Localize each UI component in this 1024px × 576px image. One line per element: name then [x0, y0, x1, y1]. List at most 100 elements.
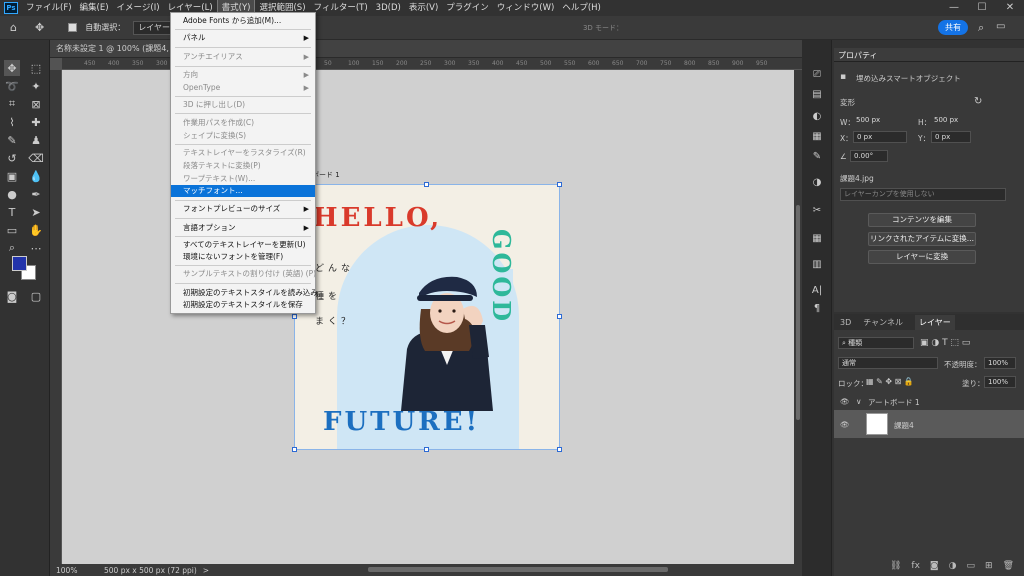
move-tool-icon[interactable]: ✥: [35, 21, 44, 34]
properties-tab[interactable]: プロパティ: [838, 50, 878, 61]
zoom-level[interactable]: 100%: [56, 566, 96, 575]
menu-item-font-preview-size[interactable]: フォントプレビューのサイズ ▶: [171, 203, 315, 215]
document-info[interactable]: 500 px x 500 px (72 ppi): [104, 566, 197, 575]
frame-tool-icon[interactable]: ⊠: [28, 96, 44, 112]
auto-select-target[interactable]: レイヤー: [133, 20, 175, 35]
workspace-icon[interactable]: ▭: [996, 21, 1005, 32]
menu-item-language-options[interactable]: 言語オプション ▶: [171, 222, 315, 234]
screen-mode-icon[interactable]: ▢: [28, 288, 44, 304]
artboard-label[interactable]: ボード 1: [312, 170, 340, 180]
new-layer-icon[interactable]: ⊞: [985, 561, 993, 571]
folder-icon[interactable]: ▭: [967, 561, 976, 571]
layer-row-image[interactable]: 👁 課題4: [834, 410, 1024, 438]
maximize-icon[interactable]: ☐: [968, 0, 996, 16]
history-brush-icon[interactable]: ↺: [4, 150, 20, 166]
shape-tool-icon[interactable]: ▭: [4, 222, 20, 238]
auto-select-checkbox[interactable]: [68, 23, 78, 32]
eraser-tool-icon[interactable]: ⌫: [28, 150, 44, 166]
crop-tool-icon[interactable]: ⌗: [4, 96, 20, 112]
zoom-tool-icon[interactable]: ⌕: [4, 240, 20, 256]
histogram-icon[interactable]: ▤: [809, 88, 825, 102]
search-icon[interactable]: ⌕: [978, 21, 984, 35]
visibility-eye-icon[interactable]: 👁: [840, 420, 850, 429]
menu-help[interactable]: ヘルプ(H): [558, 0, 605, 16]
adjustments-icon[interactable]: ◑: [809, 176, 825, 190]
color-icon[interactable]: ◐: [809, 110, 825, 124]
history-icon[interactable]: ⎚: [809, 68, 825, 82]
menu-item-extrude-3d[interactable]: 3D に押し出し(D): [171, 99, 315, 111]
reset-icon[interactable]: ↻: [974, 96, 982, 107]
menu-item-manage-missing-fonts[interactable]: 環境にないフォントを管理(F): [171, 251, 315, 263]
move-tool-icon[interactable]: ✥: [4, 60, 20, 76]
blur-tool-icon[interactable]: 💧: [28, 168, 44, 184]
height-field[interactable]: 500 px: [931, 115, 985, 127]
menu-item-load-default-styles[interactable]: 初期設定のテキストスタイルを読み込み: [171, 287, 318, 299]
convert-to-layers-button[interactable]: レイヤーに変換: [868, 250, 976, 264]
menu-item-create-work-path[interactable]: 作業用パスを作成(C): [171, 117, 315, 129]
menu-view[interactable]: 表示(V): [405, 0, 442, 16]
more-tools-icon[interactable]: ⋯: [28, 240, 44, 256]
width-field[interactable]: 500 px: [853, 115, 907, 127]
menu-filter[interactable]: フィルター(T): [310, 0, 372, 16]
jp-line[interactable]: どんな: [315, 261, 354, 274]
lasso-tool-icon[interactable]: ➰: [4, 78, 20, 94]
menu-image[interactable]: イメージ(I): [113, 0, 164, 16]
tab-3d[interactable]: 3D: [840, 318, 851, 327]
menu-file[interactable]: ファイル(F): [22, 0, 76, 16]
stamp-tool-icon[interactable]: ♟: [28, 132, 44, 148]
y-field[interactable]: 0 px: [931, 131, 971, 143]
hello-text[interactable]: HELLO,: [313, 203, 442, 233]
menu-3d[interactable]: 3D(D): [372, 0, 405, 16]
menu-item-panels[interactable]: パネル ▶: [171, 32, 315, 44]
artboard[interactable]: HELLO, GOOD FUTURE! どんな 種を まく？: [294, 184, 560, 450]
horizontal-scroll-thumb[interactable]: [368, 567, 668, 572]
chevron-down-icon[interactable]: ∨: [856, 397, 862, 406]
future-text[interactable]: FUTURE!: [323, 407, 480, 437]
menu-window[interactable]: ウィンドウ(W): [493, 0, 559, 16]
good-text[interactable]: GOOD: [487, 229, 516, 324]
jp-line[interactable]: まく？: [315, 314, 354, 327]
menu-item-match-font[interactable]: マッチフォント...: [171, 185, 315, 197]
trash-icon[interactable]: 🗑: [1003, 561, 1014, 571]
paragraph-icon[interactable]: ¶: [809, 302, 825, 316]
hand-tool-icon[interactable]: ✋: [28, 222, 44, 238]
layer-comp-select[interactable]: レイヤーカンプを使用しない: [840, 188, 1006, 201]
transform-handle-s[interactable]: [424, 447, 429, 452]
transform-handle-ne[interactable]: [557, 182, 562, 187]
transform-handle-e[interactable]: [557, 314, 562, 319]
menu-item-paste-lorem-ipsum[interactable]: サンプルテキストの割り付け (英語) (P): [171, 268, 316, 280]
convert-to-linked-button[interactable]: リンクされたアイテムに変換...: [868, 232, 976, 246]
dodge-tool-icon[interactable]: ●: [4, 186, 20, 202]
swatches-icon[interactable]: ▦: [809, 130, 825, 144]
blend-mode-select[interactable]: 通常: [838, 357, 938, 369]
lock-icons[interactable]: ▦ ✎ ✥ ⊠ 🔒: [866, 377, 914, 386]
jp-line[interactable]: 種を: [315, 289, 341, 302]
menu-item-save-default-styles[interactable]: 初期設定のテキストスタイルを保存: [171, 299, 315, 311]
menu-item-opentype[interactable]: OpenType ▶: [171, 82, 315, 94]
link-icon[interactable]: ⛓: [890, 561, 901, 571]
menu-edit[interactable]: 編集(E): [76, 0, 113, 16]
transform-handle-w[interactable]: [292, 314, 297, 319]
filter-icons[interactable]: ▣ ◑ T ⬚ ▭: [920, 338, 970, 348]
fill-field[interactable]: 100%: [984, 376, 1016, 388]
mask-icon[interactable]: ◙: [930, 561, 939, 571]
eyedropper-icon[interactable]: ⌇: [4, 114, 20, 130]
path-select-icon[interactable]: ➤: [28, 204, 44, 220]
adjustment-layer-icon[interactable]: ◑: [949, 561, 957, 571]
angle-field[interactable]: 0.00°: [850, 150, 888, 162]
magic-wand-icon[interactable]: ✦: [28, 78, 44, 94]
vertical-scroll-thumb[interactable]: [796, 205, 800, 420]
transform-handle-se[interactable]: [557, 447, 562, 452]
tab-layers[interactable]: レイヤー: [915, 314, 955, 330]
pen-tool-icon[interactable]: ✒: [28, 186, 44, 202]
share-button[interactable]: 共有: [938, 20, 968, 35]
menu-item-warp-text[interactable]: ワープテキスト(W)...: [171, 173, 315, 185]
layer-kind-filter[interactable]: ⌕ 種類: [838, 337, 914, 349]
gradient-tool-icon[interactable]: ▣: [4, 168, 20, 184]
opacity-field[interactable]: 100%: [984, 357, 1016, 369]
menu-plugins[interactable]: プラグイン: [442, 0, 493, 16]
glyphs-icon[interactable]: ▦: [809, 232, 825, 246]
marquee-tool-icon[interactable]: ⬚: [28, 60, 44, 76]
visibility-eye-icon[interactable]: 👁: [840, 397, 850, 406]
menu-item-add-adobe-fonts[interactable]: Adobe Fonts から追加(M)...: [171, 15, 315, 27]
